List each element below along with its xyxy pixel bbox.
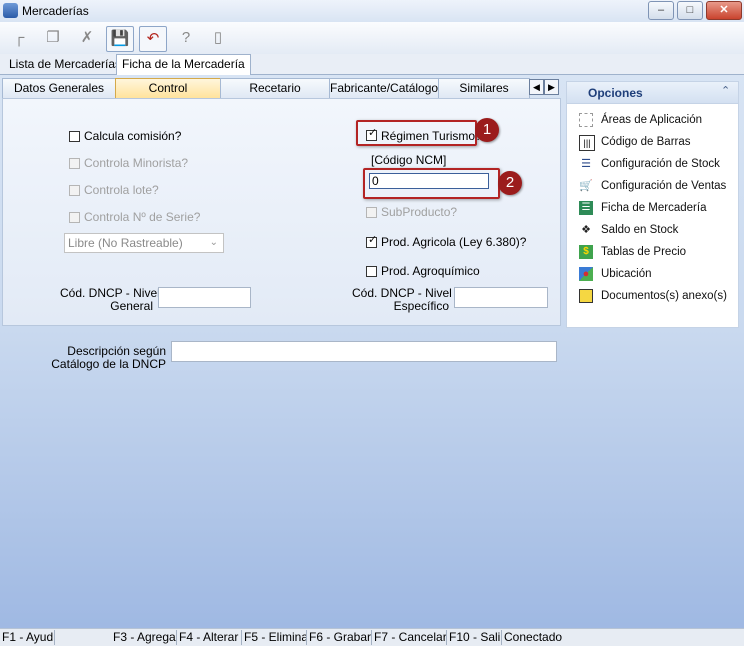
dncp-general-label: Cód. DNCP - Nivel General (60, 287, 160, 313)
callout-badge-2: 2 (498, 171, 522, 195)
tab-fabricante-catalogo[interactable]: Fabricante/Catálogo (329, 78, 439, 98)
copy-icon[interactable]: ❐ (40, 26, 66, 50)
option-ubicacion[interactable]: ● Ubicación (579, 265, 739, 285)
sub-tabs: Datos Generales Control Recetario Fabric… (2, 78, 560, 98)
status-f1[interactable]: F1 - Ayud (0, 630, 55, 645)
sales-config-icon: 🛒 (579, 180, 593, 192)
chevron-down-icon: ⌄ (209, 237, 218, 248)
status-connection: Conectado (504, 630, 563, 644)
option-label: Documentos(s) anexo(s) (601, 290, 727, 302)
close-icon[interactable]: ✕ (706, 1, 742, 20)
status-f4[interactable]: F4 - Alterar (177, 630, 242, 645)
main-tabs: Lista de Mercaderías Ficha de la Mercade… (0, 54, 744, 75)
dncp-general-label-line2: General (110, 299, 153, 313)
dncp-general-input[interactable] (158, 287, 251, 308)
option-saldo-stock[interactable]: ❖ Saldo en Stock (579, 221, 739, 241)
rastreo-select-value: Libre (No Rastreable) (68, 236, 183, 250)
tab-ficha-mercaderia[interactable]: Ficha de la Mercadería (116, 54, 251, 75)
toolbar: ┌ ❐ ✗ 💾 ↶ ? ▯ (0, 22, 744, 55)
regimen-turismo-label: Régimen Turismo? (381, 129, 482, 143)
exit-icon[interactable]: ▯ (205, 26, 231, 50)
window-title: Mercaderías (22, 4, 89, 18)
options-panel: Opciones ⌃ Áreas de Aplicación ||| Códig… (566, 81, 739, 328)
option-label: Ficha de Mercadería (601, 202, 707, 214)
save-icon[interactable]: 💾 (106, 26, 134, 52)
tab-lista-mercaderias[interactable]: Lista de Mercaderías (4, 55, 126, 73)
prod-agroquimico-checkbox[interactable] (366, 266, 377, 277)
option-label: Saldo en Stock (601, 224, 679, 236)
controla-lote-label: Controla lote? (84, 183, 159, 197)
title-bar: Mercaderías – □ ✕ (0, 0, 744, 23)
option-config-ventas[interactable]: 🛒 Configuración de Ventas (579, 177, 739, 197)
controla-minorista-checkbox[interactable] (69, 158, 80, 169)
descripcion-label: Descripción según Catálogo de la DNCP (50, 345, 166, 371)
prod-agroquimico-label: Prod. Agroquímico (381, 264, 480, 278)
tab-similares[interactable]: Similares (438, 78, 530, 98)
prod-agricola-checkbox[interactable]: ✓ (366, 235, 377, 248)
status-bar: F1 - Ayud F3 - Agrega F4 - Alterar F5 - … (0, 628, 744, 646)
option-label: Tablas de Precio (601, 246, 687, 258)
controla-lote-checkbox[interactable] (69, 185, 80, 196)
prod-agricola-label: Prod. Agricola (Ley 6.380)? (381, 235, 527, 249)
option-label: Áreas de Aplicación (601, 114, 703, 126)
option-config-stock[interactable]: ☰ Configuración de Stock (579, 155, 739, 175)
stock-config-icon: ☰ (581, 158, 591, 170)
option-documentos-anexos[interactable]: Documentos(s) anexo(s) (579, 287, 739, 307)
help-icon[interactable]: ? (173, 26, 199, 50)
dropbox-icon: ❖ (581, 224, 591, 236)
dncp-especifico-label: Cód. DNCP - Nivel Específico (352, 287, 452, 313)
undo-icon[interactable]: ↶ (139, 26, 167, 52)
option-label: Configuración de Ventas (601, 180, 727, 192)
controla-serie-label: Controla Nº de Serie? (84, 210, 201, 224)
tab-control[interactable]: Control (115, 78, 221, 98)
codigo-ncm-label: [Código NCM] (371, 153, 447, 167)
tab-scroll-left-icon[interactable]: ◀ (529, 79, 544, 95)
maximize-icon[interactable]: □ (677, 1, 703, 20)
descripcion-label-line2: Catálogo de la DNCP (51, 357, 166, 371)
location-icon: ● (579, 267, 593, 281)
descripcion-input[interactable] (171, 341, 557, 362)
price-table-icon: $ (579, 245, 593, 259)
callout-badge-1: 1 (475, 118, 499, 142)
tab-recetario[interactable]: Recetario (220, 78, 330, 98)
option-label: Ubicación (601, 268, 652, 280)
regimen-turismo-checkbox[interactable]: ✓ (366, 128, 377, 141)
new-icon[interactable]: ┌ (6, 26, 32, 50)
controla-minorista-label: Controla Minorista? (84, 156, 189, 170)
sheet-icon: ☰ (579, 201, 593, 215)
area-icon (579, 113, 593, 127)
dncp-especifico-label-line2: Específico (393, 299, 449, 313)
minimize-icon[interactable]: – (648, 1, 674, 20)
tab-scroll-right-icon[interactable]: ▶ (544, 79, 559, 95)
option-areas-aplicacion[interactable]: Áreas de Aplicación (579, 111, 739, 131)
status-f7[interactable]: F7 - Cancelar (372, 630, 447, 645)
collapse-icon[interactable]: ⌃ (721, 84, 730, 97)
status-f10[interactable]: F10 - Salir (447, 630, 502, 645)
status-f5[interactable]: F5 - Elimina (242, 630, 307, 645)
option-codigo-barras[interactable]: ||| Código de Barras (579, 133, 739, 153)
controla-serie-checkbox[interactable] (69, 212, 80, 223)
calcula-comision-label: Calcula comisión? (84, 129, 182, 143)
delete-icon[interactable]: ✗ (74, 26, 100, 50)
calcula-comision-checkbox[interactable] (69, 131, 80, 142)
barcode-icon: ||| (579, 135, 595, 151)
status-f3[interactable]: F3 - Agrega (111, 630, 177, 645)
subproducto-label: SubProducto? (381, 205, 458, 219)
status-f6[interactable]: F6 - Grabar (307, 630, 372, 645)
tab-datos-generales[interactable]: Datos Generales (2, 78, 116, 98)
rastreo-select[interactable]: Libre (No Rastreable) ⌄ (64, 233, 224, 253)
app-icon (3, 3, 18, 18)
options-header: Opciones ⌃ (567, 82, 738, 104)
option-label: Configuración de Stock (601, 158, 720, 170)
codigo-ncm-input[interactable] (369, 173, 489, 189)
subproducto-checkbox[interactable] (366, 207, 377, 218)
document-icon (579, 289, 593, 303)
option-label: Código de Barras (601, 136, 691, 148)
dncp-especifico-input[interactable] (454, 287, 548, 308)
option-tablas-precio[interactable]: $ Tablas de Precio (579, 243, 739, 263)
options-title: Opciones (588, 86, 643, 100)
option-ficha-mercaderia[interactable]: ☰ Ficha de Mercadería (579, 199, 739, 219)
